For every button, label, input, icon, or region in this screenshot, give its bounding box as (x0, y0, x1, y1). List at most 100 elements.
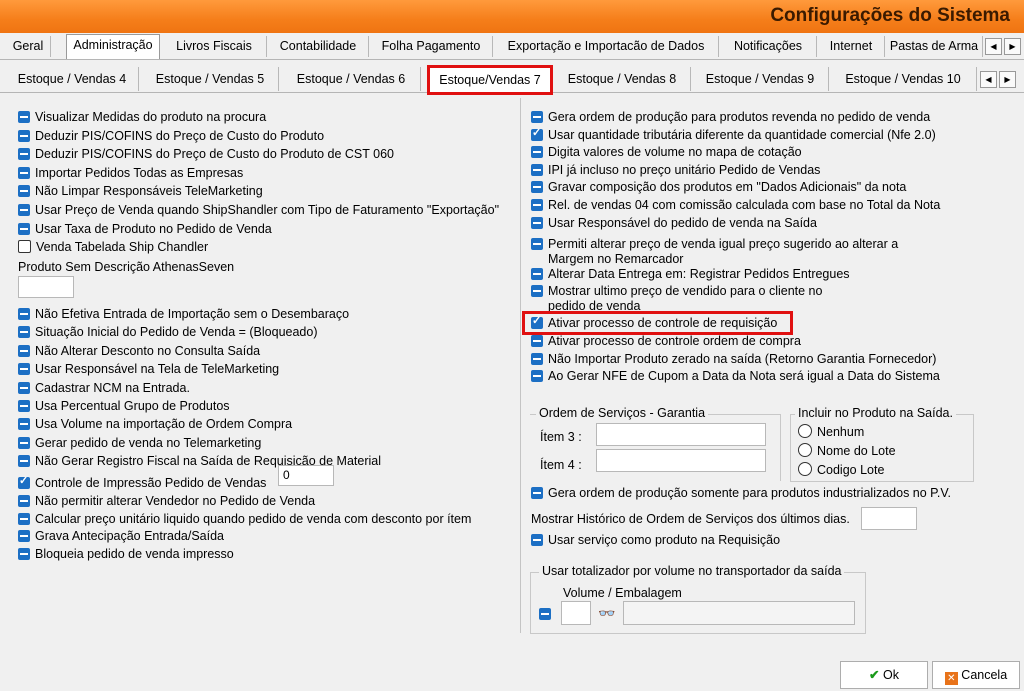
tab-estoque-8[interactable]: Estoque / Vendas 8 (554, 67, 691, 91)
tab-administracao[interactable]: Administração (66, 34, 160, 59)
cancel-icon: ✕ (944, 672, 958, 685)
tab-contabilidade[interactable]: Contabilidade (268, 36, 369, 57)
item3-input[interactable] (596, 423, 766, 446)
option-checkbox[interactable]: Não Importar Produto zerado na saída (Re… (531, 352, 936, 368)
tab-geral[interactable]: Geral (6, 36, 51, 57)
tab-scroll-sub: ◀ ▶ (980, 71, 1016, 88)
radio-codigo-lote[interactable]: Codigo Lote (798, 462, 884, 477)
controle-impressao-checkbox[interactable]: Controle de Impressão Pedido de Vendas (18, 474, 267, 492)
option-checkbox[interactable]: Não Limpar Responsáveis TeleMarketing (18, 184, 263, 200)
radio-nome-lote[interactable]: Nome do Lote (798, 443, 896, 458)
checkbox-partial-icon (531, 238, 543, 250)
controle-impressao-label: Controle de Impressão Pedido de Vendas (35, 476, 267, 490)
gera-ordem-industrializados-checkbox[interactable]: Gera ordem de produção somente para prod… (531, 486, 951, 502)
option-checkbox[interactable]: Usa Volume na importação de Ordem Compra (18, 417, 292, 433)
option-checkbox[interactable]: Gerar pedido de venda no Telemarketing (18, 436, 261, 452)
option-checkbox[interactable]: Ao Gerar NFE de Cupom a Data da Nota ser… (531, 369, 940, 385)
option-checkbox[interactable]: Não Alterar Desconto no Consulta Saída (18, 344, 260, 360)
mostrar-historico-input[interactable] (861, 507, 917, 530)
option-checkbox[interactable]: Deduzir PIS/COFINS do Preço de Custo do … (18, 147, 394, 163)
incluir-produto-title: Incluir no Produto na Saída. (795, 406, 956, 420)
option-checkbox[interactable]: Rel. de vendas 04 com comissão calculada… (531, 198, 940, 214)
option-checkbox[interactable]: Usar Taxa de Produto no Pedido de Venda (18, 222, 272, 238)
checkbox-partial-icon (18, 129, 30, 142)
totalizador-checkbox[interactable] (539, 607, 556, 623)
checkbox-checked-icon (18, 474, 30, 489)
controle-impressao-input[interactable]: 0 (278, 465, 334, 486)
binoculars-search-icon[interactable]: 👓 (598, 605, 615, 622)
tab-estoque-5[interactable]: Estoque / Vendas 5 (142, 67, 279, 91)
option-checkbox[interactable]: Usar Preço de Venda quando ShipShandler … (18, 203, 499, 219)
alterar-data-checkbox[interactable]: Alterar Data Entrega em: Registrar Pedid… (531, 267, 850, 283)
option-checkbox[interactable]: Bloqueia pedido de venda impresso (18, 547, 234, 563)
radio-nenhum[interactable]: Nenhum (798, 424, 864, 439)
option-checkbox[interactable]: Visualizar Medidas do produto na procura (18, 110, 266, 126)
mostrar-ultimo-preco-checkbox[interactable]: Mostrar ultimo preço de vendido para o c… (531, 284, 822, 314)
option-checkbox[interactable]: Venda Tabelada Ship Chandler (18, 240, 208, 256)
tab-exportacao-importacao[interactable]: Exportação e Importacão de Dados (494, 36, 719, 57)
option-label: Cadastrar NCM na Entrada. (35, 380, 190, 395)
scroll-right-icon[interactable]: ▶ (999, 71, 1016, 88)
tab-estoque-10[interactable]: Estoque / Vendas 10 (830, 67, 977, 91)
radio-codigo-lote-label: Codigo Lote (817, 463, 885, 477)
alterar-data-label: Alterar Data Entrega em: Registrar Pedid… (548, 267, 850, 281)
tab-estoque-7[interactable]: Estoque/Vendas 7 (427, 65, 553, 95)
option-checkbox[interactable]: Ativar processo de controle ordem de com… (531, 334, 801, 350)
checkbox-checked-icon (531, 314, 543, 329)
option-label: Gravar composição dos produtos em "Dados… (548, 180, 907, 195)
option-checkbox[interactable]: Importar Pedidos Todas as Empresas (18, 166, 243, 182)
option-checkbox[interactable]: Não Efetiva Entrada de Importação sem o … (18, 307, 349, 323)
option-checkbox[interactable]: Gravar composição dos produtos em "Dados… (531, 180, 906, 196)
tab-estoque-6[interactable]: Estoque / Vendas 6 (282, 67, 421, 91)
radio-icon (798, 424, 812, 438)
option-checkbox[interactable]: IPI já incluso no preço unitário Pedido … (531, 163, 820, 179)
checkbox-partial-icon (18, 111, 30, 123)
tab-folha-pagamento[interactable]: Folha Pagamento (370, 36, 493, 57)
ordem-servicos-title: Ordem de Serviços - Garantia (536, 406, 709, 420)
option-checkbox[interactable]: Calcular preço unitário liquido quando p… (18, 512, 471, 528)
permiti-alterar-checkbox[interactable]: Permiti alterar preço de venda igual pre… (531, 237, 898, 269)
ativar-requisicao-checkbox[interactable]: Ativar processo de controle de requisiçã… (531, 314, 777, 332)
permiti-alterar-label-2: Margem no Remarcador (548, 252, 684, 266)
option-checkbox[interactable]: Usar Responsável na Tela de TeleMarketin… (18, 362, 279, 378)
option-label: Usar quantidade tributária diferente da … (548, 127, 936, 142)
produto-sem-descricao-input[interactable] (18, 276, 74, 298)
option-label: Deduzir PIS/COFINS do Preço de Custo do … (35, 147, 394, 162)
volume-input[interactable] (561, 601, 591, 625)
ok-button[interactable]: ✔ Ok (840, 661, 928, 689)
scroll-right-icon[interactable]: ▶ (1004, 38, 1021, 55)
option-checkbox[interactable]: Usar Responsável do pedido de venda na S… (531, 216, 817, 232)
usar-servico-checkbox[interactable]: Usar serviço como produto na Requisição (531, 533, 780, 549)
checkbox-partial-icon (18, 495, 30, 507)
checkbox-partial-icon (531, 181, 543, 194)
option-checkbox[interactable]: Usa Percentual Grupo de Produtos (18, 399, 230, 415)
scroll-left-icon[interactable]: ◀ (980, 71, 997, 88)
tab-estoque-9[interactable]: Estoque / Vendas 9 (692, 67, 829, 91)
tab-internet[interactable]: Internet (818, 36, 885, 57)
window-title: Configurações do Sistema (770, 5, 1010, 26)
option-checkbox[interactable]: Usar quantidade tributária diferente da … (531, 126, 936, 144)
tab-pastas[interactable]: Pastas de Arma (886, 36, 983, 57)
option-checkbox[interactable]: Situação Inicial do Pedido de Venda = (B… (18, 325, 318, 341)
option-label: Não Alterar Desconto no Consulta Saída (35, 343, 261, 358)
radio-nome-lote-label: Nome do Lote (817, 444, 896, 458)
checkbox-partial-icon (531, 199, 543, 211)
option-checkbox[interactable]: Gera ordem de produção para produtos rev… (531, 110, 930, 126)
option-label: Ativar processo de controle ordem de com… (548, 334, 801, 348)
cancel-button[interactable]: ✕ Cancela (932, 661, 1020, 689)
tab-livros-fiscais[interactable]: Livros Fiscais (162, 36, 267, 57)
option-checkbox[interactable]: Deduzir PIS/COFINS do Preço de Custo do … (18, 129, 324, 145)
option-checkbox[interactable]: Digita valores de volume no mapa de cota… (531, 145, 802, 161)
scroll-left-icon[interactable]: ◀ (985, 38, 1002, 55)
option-checkbox[interactable]: Não permitir alterar Vendedor no Pedido … (18, 494, 315, 510)
item4-input[interactable] (596, 449, 766, 472)
checkbox-partial-icon (18, 148, 30, 161)
tab-row-sub: Estoque / Vendas 4 Estoque / Vendas 5 Es… (0, 62, 1024, 95)
radio-icon (798, 443, 812, 457)
option-label: Bloqueia pedido de venda impresso (35, 546, 234, 561)
item3-label: Ítem 3 : (540, 430, 582, 444)
tab-estoque-4[interactable]: Estoque / Vendas 4 (6, 67, 139, 91)
tab-notificacoes[interactable]: Notificações (720, 36, 817, 57)
option-checkbox[interactable]: Grava Antecipação Entrada/Saída (18, 529, 224, 545)
option-checkbox[interactable]: Cadastrar NCM na Entrada. (18, 381, 190, 397)
